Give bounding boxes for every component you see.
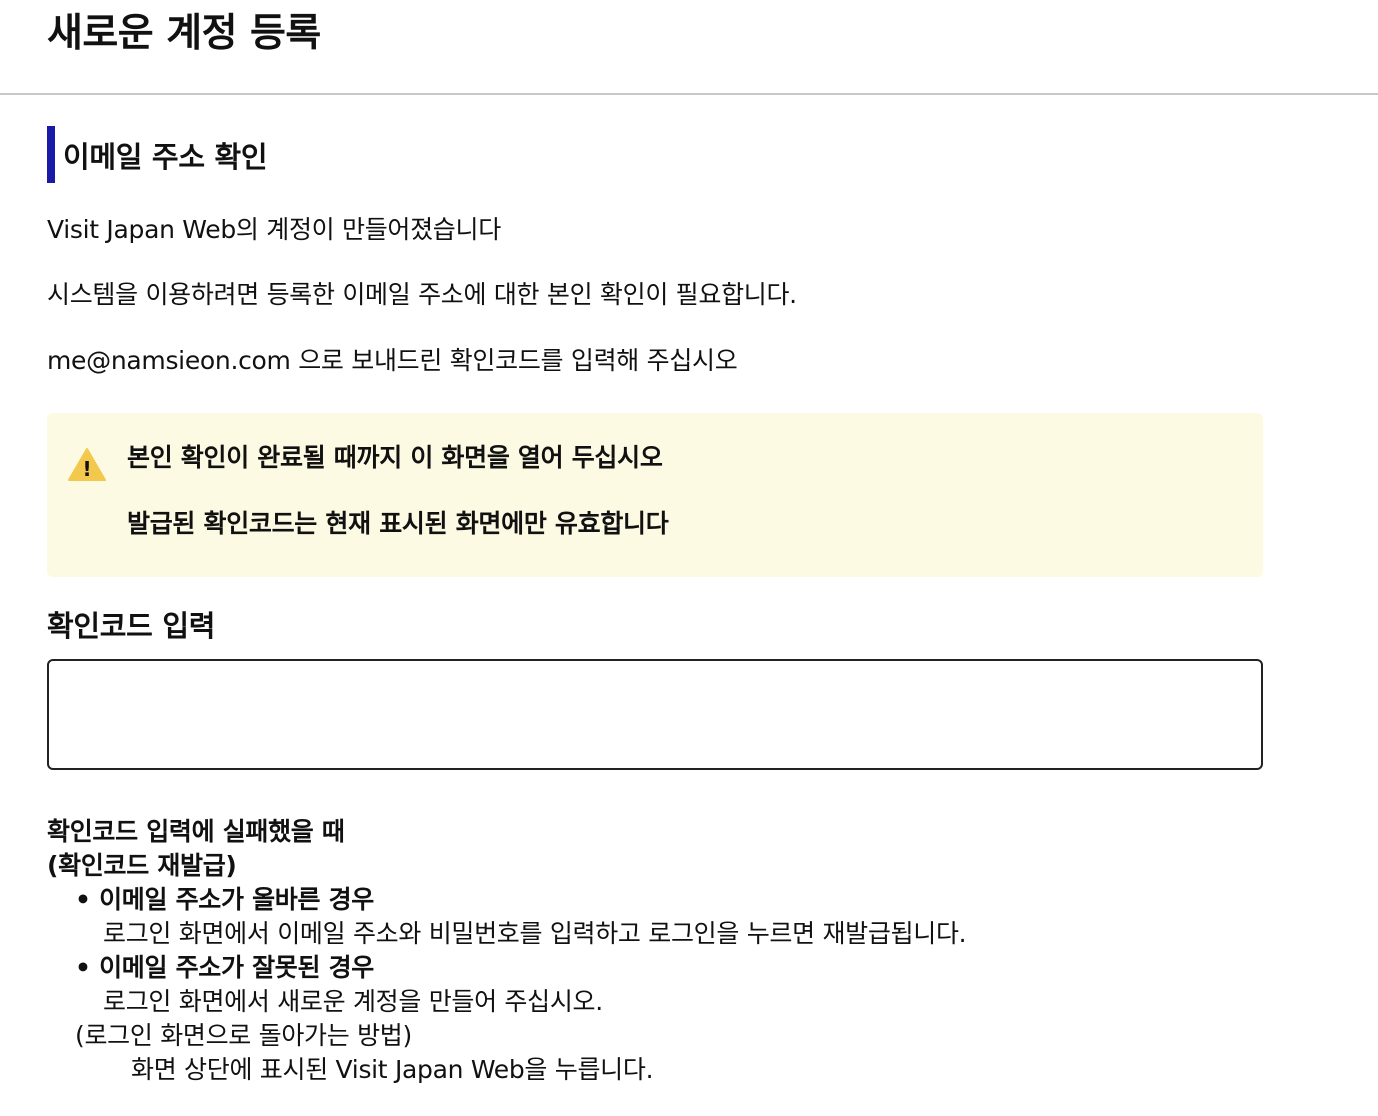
intro-text: Visit Japan Web의 계정이 만들어졌습니다 시스템을 이용하려면 … — [47, 212, 1263, 379]
section-heading: 이메일 주소 확인 — [47, 126, 1263, 183]
help-case-correct-desc: 로그인 화면에서 이메일 주소와 비밀번호를 입력하고 로그인을 누르면 재발급… — [103, 919, 967, 948]
warning-icon: ! — [68, 448, 106, 481]
code-field-label: 확인코드 입력 — [47, 609, 216, 643]
page-header: 새로운 계정 등록 — [0, 0, 1378, 95]
help-case-wrong-desc: 로그인 화면에서 새로운 계정을 만들어 주십시오. — [103, 987, 603, 1016]
help-section: 확인코드 입력에 실패했을 때 (확인코드 재발급) • 이메일 주소가 올바른… — [47, 815, 1263, 1087]
verification-code-input[interactable] — [47, 659, 1263, 770]
help-subtitle: (확인코드 재발급) — [47, 851, 237, 880]
help-title: 확인코드 입력에 실패했을 때 — [47, 817, 345, 846]
notice-keep-open: 본인 확인이 완료될 때까지 이 화면을 열어 두십시오 — [127, 443, 663, 472]
verification-required-message: 시스템을 이용하려면 등록한 이메일 주소에 대한 본인 확인이 필요합니다. — [47, 280, 797, 309]
help-case-wrong-title: • 이메일 주소가 잘못된 경우 — [75, 953, 374, 982]
notice-code-validity: 발급된 확인코드는 현재 표시된 화면에만 유효합니다 — [127, 509, 669, 538]
help-case-correct-title: • 이메일 주소가 올바른 경우 — [75, 885, 374, 914]
svg-text:!: ! — [82, 457, 91, 481]
enter-code-instruction: me@namsieon.com 으로 보내드린 확인코드를 입력해 주십시오 — [47, 346, 738, 375]
help-return-desc: 화면 상단에 표시된 Visit Japan Web을 누릅니다. — [131, 1055, 654, 1084]
account-created-message: Visit Japan Web의 계정이 만들어졌습니다 — [47, 215, 501, 244]
page-title: 새로운 계정 등록 — [47, 11, 321, 56]
notice-box: ! 본인 확인이 완료될 때까지 이 화면을 열어 두십시오 발급된 확인코드는… — [47, 413, 1263, 577]
main-content: 이메일 주소 확인 Visit Japan Web의 계정이 만들어졌습니다 시… — [0, 126, 1263, 1087]
help-return-title: (로그인 화면으로 돌아가는 방법) — [75, 1021, 412, 1050]
